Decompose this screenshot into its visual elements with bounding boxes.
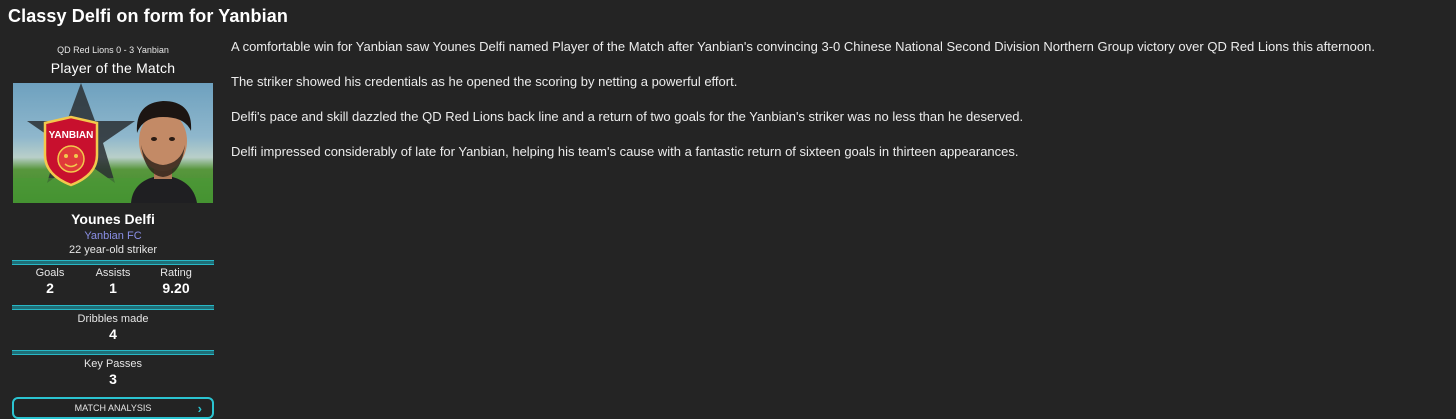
- panel-title: Player of the Match: [50, 60, 176, 76]
- stat-label: Goals: [35, 267, 65, 279]
- match-score: QD Red Lions 0 - 3 Yanbian: [57, 45, 169, 55]
- stat-label: Key Passes: [83, 358, 143, 370]
- player-name: Younes Delfi: [71, 211, 155, 227]
- player-portrait: [131, 101, 197, 203]
- stat-label: Dribbles made: [77, 313, 149, 325]
- match-analysis-label: MATCH ANALYSIS: [74, 403, 152, 413]
- match-analysis-button[interactable]: MATCH ANALYSIS ›: [12, 397, 214, 419]
- article-paragraph: The striker showed his credentials as he…: [231, 74, 738, 89]
- player-photo: YANBIAN: [13, 83, 213, 203]
- club-badge: YANBIAN: [43, 115, 99, 187]
- news-headline: Classy Delfi on form for Yanbian: [8, 6, 288, 26]
- article-paragraph: Delfi impressed considerably of late for…: [231, 144, 1019, 159]
- stat-value: 2: [46, 280, 54, 296]
- stat-rating: Rating 9.20: [148, 267, 204, 301]
- chevron-right-icon: ›: [197, 401, 202, 416]
- stat-goals: Goals 2: [22, 267, 78, 301]
- stat-label: Rating: [160, 267, 192, 279]
- player-image: YANBIAN: [13, 83, 213, 203]
- badge-text: YANBIAN: [49, 130, 94, 141]
- stat-value: 1: [109, 280, 117, 296]
- stat-assists: Assists 1: [85, 267, 141, 301]
- player-age-position: 22 year-old striker: [68, 244, 158, 256]
- club-name[interactable]: Yanbian FC: [12, 230, 214, 242]
- stat-value: 4: [109, 326, 117, 342]
- stat-value: 9.20: [162, 280, 190, 296]
- stat-key-passes: Key Passes 3: [12, 355, 214, 391]
- stat-value: 3: [109, 371, 117, 387]
- stat-dribbles: Dribbles made 4: [12, 310, 214, 346]
- article-body: A comfortable win for Yanbian saw Younes…: [231, 39, 1451, 179]
- stat-label: Assists: [95, 267, 131, 279]
- player-of-the-match-panel: QD Red Lions 0 - 3 Yanbian Player of the…: [12, 44, 214, 419]
- article-paragraph: A comfortable win for Yanbian saw Younes…: [231, 39, 1375, 54]
- stats-row-main: Goals 2 Assists 1 Rating 9.20: [12, 265, 214, 301]
- article-paragraph: Delfi's pace and skill dazzled the QD Re…: [231, 109, 1024, 124]
